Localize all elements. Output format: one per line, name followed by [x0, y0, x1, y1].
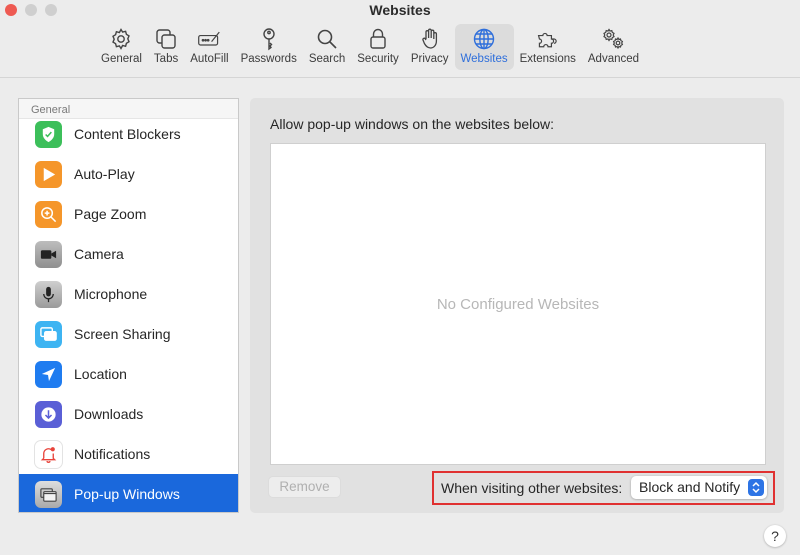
sidebar-item-label: Location [74, 366, 127, 382]
shield-check-icon [35, 120, 62, 148]
sidebar-item-label: Content Blockers [74, 126, 181, 142]
tab-extensions-label: Extensions [519, 53, 576, 65]
sidebar-item-location[interactable]: Location [19, 354, 238, 394]
list-label: Allow pop-up windows on the websites bel… [270, 116, 555, 132]
tab-tabs[interactable]: Tabs [148, 24, 184, 70]
location-icon [35, 360, 62, 388]
tab-tabs-label: Tabs [153, 53, 179, 65]
other-websites-label: When visiting other websites: [441, 480, 623, 496]
zoom-icon [35, 200, 62, 228]
gears-icon [603, 28, 624, 50]
preferences-toolbar: General Tabs AutoFill Passwords Search S… [95, 24, 645, 70]
sidebar-item-content-blockers[interactable]: Content Blockers [19, 114, 238, 154]
key-icon [263, 28, 275, 51]
tab-general[interactable]: General [95, 24, 148, 70]
policy-select-value: Block and Notify [639, 479, 741, 495]
tab-search-label: Search [308, 53, 346, 65]
title-bar: Websites General Tabs AutoFill Passwords… [0, 0, 800, 78]
sidebar-item-notifications[interactable]: Notifications [19, 434, 238, 474]
sidebar-item-downloads[interactable]: Downloads [19, 394, 238, 434]
other-websites-policy-select[interactable]: Block and Notify [631, 476, 767, 499]
sidebar-item-label: Page Zoom [74, 206, 147, 222]
tab-passwords[interactable]: Passwords [235, 24, 303, 70]
tab-websites-label: Websites [460, 53, 508, 65]
search-icon [317, 29, 337, 49]
gear-icon [112, 28, 131, 50]
tab-autofill-label: AutoFill [190, 53, 229, 65]
camera-icon [35, 240, 62, 268]
updown-chevron-icon [748, 479, 764, 496]
sidebar-item-label: Notifications [74, 446, 151, 462]
websites-sidebar: General Content Blockers Auto-Play Page … [18, 98, 239, 513]
bell-icon [35, 440, 62, 468]
sidebar-item-auto-play[interactable]: Auto-Play [19, 154, 238, 194]
popup-windows-icon [35, 480, 62, 508]
help-button[interactable]: ? [764, 525, 786, 547]
tab-search[interactable]: Search [303, 24, 351, 70]
puzzle-icon [537, 32, 557, 48]
remove-button[interactable]: Remove [268, 476, 341, 498]
tab-autofill[interactable]: AutoFill [184, 24, 234, 70]
tab-privacy[interactable]: Privacy [405, 24, 455, 70]
sidebar-item-label: Screen Sharing [74, 326, 171, 342]
download-icon [35, 400, 62, 428]
tab-advanced[interactable]: Advanced [582, 24, 645, 70]
sidebar-item-label: Camera [74, 246, 124, 262]
configured-websites-list[interactable]: No Configured Websites [270, 143, 766, 465]
sidebar-item-camera[interactable]: Camera [19, 234, 238, 274]
tab-security[interactable]: Security [351, 24, 405, 70]
tab-passwords-label: Passwords [240, 53, 297, 65]
lock-icon [370, 28, 386, 49]
tab-websites[interactable]: Websites [454, 24, 514, 70]
sidebar-item-microphone[interactable]: Microphone [19, 274, 238, 314]
tab-security-label: Security [357, 53, 399, 65]
tab-privacy-label: Privacy [410, 53, 449, 65]
sidebar-item-page-zoom[interactable]: Page Zoom [19, 194, 238, 234]
microphone-icon [35, 280, 62, 308]
hand-icon [422, 28, 437, 49]
sidebar-item-pop-up-windows[interactable]: Pop-up Windows [19, 474, 238, 512]
tab-advanced-label: Advanced [587, 53, 640, 65]
popup-settings-panel: Allow pop-up windows on the websites bel… [250, 98, 784, 513]
globe-icon [473, 28, 495, 50]
tab-general-label: General [101, 53, 142, 65]
sidebar-item-screen-sharing[interactable]: Screen Sharing [19, 314, 238, 354]
sidebar-item-label: Microphone [74, 286, 148, 302]
tabs-icon [156, 29, 176, 49]
sidebar-item-label: Auto-Play [74, 166, 135, 182]
empty-list-message: No Configured Websites [436, 296, 600, 313]
play-icon [35, 160, 62, 188]
sidebar-item-label: Downloads [74, 406, 144, 422]
tab-extensions[interactable]: Extensions [514, 24, 582, 70]
window-title: Websites [369, 2, 431, 18]
autofill-icon [198, 31, 221, 46]
screen-sharing-icon [35, 320, 62, 348]
sidebar-item-label: Pop-up Windows [74, 486, 180, 502]
